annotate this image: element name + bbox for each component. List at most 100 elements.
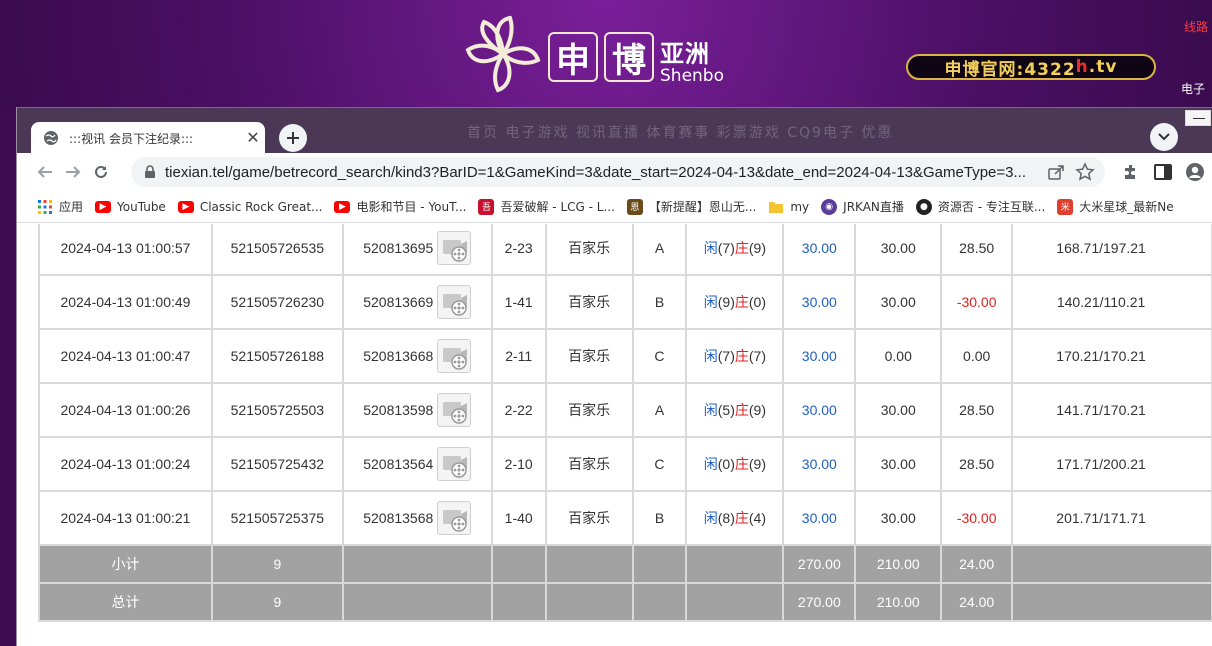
bet-record-page: 2024-04-13 01:00:57 521505726535 520813695… [17,224,1212,646]
video-replay-button[interactable] [437,231,472,265]
total-label: 总计 [111,594,140,610]
folder-icon [769,201,784,213]
bet-id: 520813568 [363,510,434,526]
bookmark-jrkan[interactable]: ◉ JRKAN直播 [821,198,904,215]
bet-time: 2024-04-13 01:00:24 [60,456,191,472]
bet-id: 520813598 [363,402,434,418]
url-text[interactable]: tiexian.tel/game/betrecord_search/kind3?… [165,164,1045,181]
video-replay-button[interactable] [437,501,472,535]
table-name: A [654,402,665,418]
bet-time: 2024-04-13 01:00:26 [60,402,191,418]
table-cell: B [631,490,688,546]
close-tab-icon[interactable]: ✕ [245,130,261,147]
back-button[interactable] [31,158,59,186]
bookmark-label: my [790,199,810,214]
site-logo[interactable]: 申 博 亚洲 Shenbo [462,14,724,94]
bet-time-cell: 2024-04-13 01:00:47 [38,328,213,384]
game-type: 百家乐 [568,348,611,364]
video-replay-button[interactable] [437,393,472,427]
bet-id-cell: 520813564 [341,436,493,492]
empty-cell [341,582,493,622]
bookmark-folder-my[interactable]: my [768,199,809,215]
profile-avatar-icon[interactable] [1185,162,1205,182]
electronic-games-link[interactable]: 电子 [1181,80,1205,97]
bookmark-label: 应用 [59,200,84,214]
bet-amount: 30.00 [801,294,837,310]
order-number-cell: 521505726230 [210,274,344,330]
bookmark-right-site[interactable]: 恩 【新提醒】恩山无... [626,198,756,215]
total-row: 总计 9 270.00 210.00 24.00 [38,582,1212,622]
minimize-button[interactable] [1185,110,1211,126]
empty-cell [490,544,547,584]
bet-amount-cell: 30.00 [782,382,857,438]
result-detail-cell: 闲(5)庄(9) [685,382,785,438]
logo-char-shen: 申 [548,32,598,82]
game-type: 百家乐 [568,294,611,310]
game-type-cell: 百家乐 [544,224,634,276]
win-loss: 28.50 [959,402,995,418]
reload-button[interactable] [87,158,115,186]
bet-time: 2024-04-13 01:00:21 [60,510,191,526]
flower-logo-icon [465,15,541,93]
lock-icon[interactable] [143,165,157,179]
forward-button[interactable] [59,158,87,186]
reload-icon [95,165,107,178]
banker-label: 庄 [734,294,749,310]
win-loss-cell: 0.00 [940,328,1014,384]
video-reel-icon [443,240,468,262]
round-cell: 2-11 [490,328,547,384]
bookmark-apps[interactable]: 应用 [37,198,83,215]
valid-bet: 30.00 [880,402,916,418]
bookmark-movies[interactable]: ▶ 电影和节目 - YouT... [334,198,466,215]
logo-asia-text: 亚洲 [660,40,710,68]
bet-id: 520813564 [363,456,434,472]
valid-bet: 30.00 [880,294,916,310]
game-type-cell: 百家乐 [544,490,634,546]
balance-cell: 168.71/197.21 [1011,224,1212,276]
side-panel-icon[interactable] [1153,162,1173,182]
player-points: (7) [717,348,735,364]
logo-char-bo: 博 [604,32,654,82]
bet-time-cell: 2024-04-13 01:00:49 [38,274,213,330]
empty-cell [631,544,688,584]
bookmark-ziyuanfou[interactable]: ● 资源否 - 专注互联... [915,198,1045,215]
line-detect-link[interactable]: 线路 [1184,18,1208,35]
extensions-icon[interactable] [1121,162,1141,182]
share-icon[interactable] [1047,163,1065,181]
youtube-icon: ▶ [334,200,351,213]
bookmark-label: Classic Rock Great... [199,199,323,214]
banker-label: 庄 [734,348,749,364]
address-bar[interactable]: tiexian.tel/game/betrecord_search/kind3?… [131,157,1105,187]
banker-label: 庄 [734,510,749,526]
bookmark-classic-rock[interactable]: ▶ Classic Rock Great... [177,199,323,214]
result-detail-cell: 闲(8)庄(4) [685,490,785,546]
52pojie-icon: 吾 [478,198,495,215]
active-tab[interactable]: :::视讯 会员下注纪录::: ✕ [31,122,265,154]
bookmark-youtube[interactable]: ▶ YouTube [95,200,166,214]
banker-label: 庄 [734,402,749,418]
bet-time: 2024-04-13 01:00:57 [60,240,191,256]
video-replay-button[interactable] [437,285,472,319]
table-name: B [654,510,665,526]
order-number: 521505726188 [230,348,325,364]
video-replay-button[interactable] [437,339,472,373]
subtotal-bet: 270.00 [797,556,841,572]
banker-points: (4) [748,510,767,526]
tab-search-button[interactable] [1150,123,1178,151]
win-loss-cell: 28.50 [940,224,1014,276]
player-label: 闲 [703,402,718,418]
bet-time: 2024-04-13 01:00:49 [60,294,191,310]
valid-bet-cell: 30.00 [854,382,943,438]
player-label: 闲 [703,294,718,310]
star-icon[interactable] [1075,162,1095,182]
banker-points: (9) [748,402,767,418]
bet-amount: 30.00 [801,510,837,526]
balance-cell: 201.71/171.71 [1011,490,1212,546]
order-number: 521505725375 [230,510,325,526]
video-replay-button[interactable] [437,447,472,481]
subtotal-count-cell: 9 [210,544,344,584]
win-loss-cell: 28.50 [940,382,1014,438]
bookmark-52pojie[interactable]: 吾 吾爱破解 - LCG - L... [478,198,615,215]
new-tab-button[interactable] [279,124,307,152]
bookmark-dami[interactable]: 米 大米星球_最新Ne [1057,198,1174,215]
